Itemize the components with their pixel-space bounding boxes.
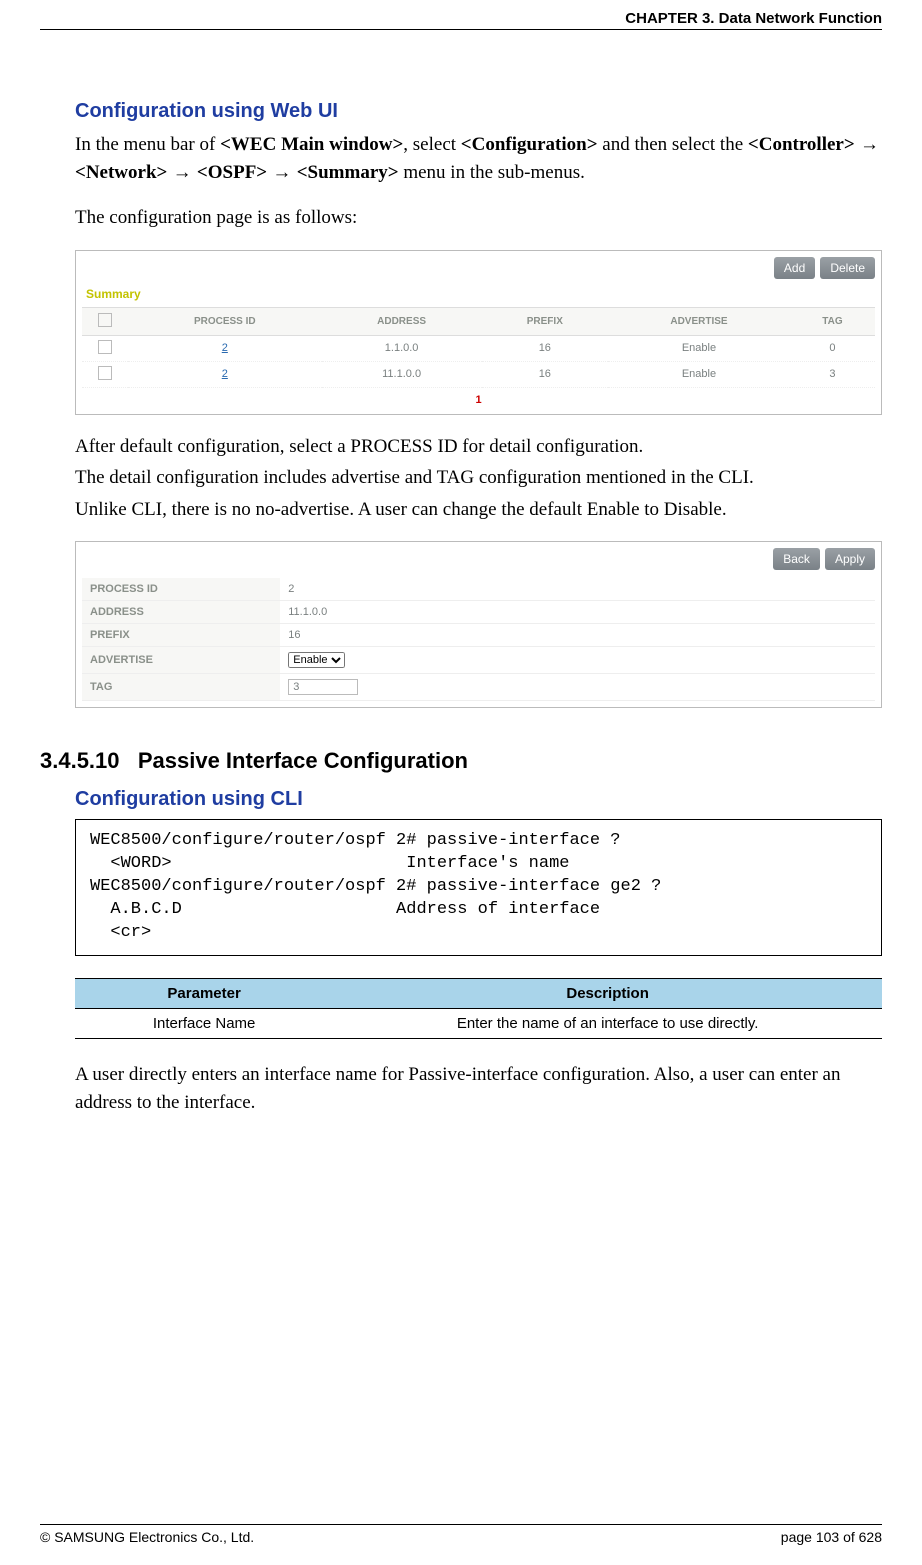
bold-wec-main: <WEC Main window> <box>220 134 403 155</box>
chapter-header: CHAPTER 3. Data Network Function <box>40 10 882 30</box>
value-process-id: 2 <box>280 578 875 601</box>
bold-controller: <Controller> <box>748 134 855 155</box>
sub-heading-cli: Configuration using CLI <box>75 788 882 811</box>
delete-button[interactable]: Delete <box>820 257 875 279</box>
label-advertise: ADVERTISE <box>82 647 280 674</box>
table-row: 2 1.1.0.0 16 Enable 0 <box>82 335 875 361</box>
col-address: ADDRESS <box>322 307 482 335</box>
cell-tag: 3 <box>790 361 875 387</box>
process-id-link[interactable]: 2 <box>128 335 322 361</box>
page-footer: © SAMSUNG Electronics Co., Ltd. page 103… <box>40 1524 882 1545</box>
cell-prefix: 16 <box>482 361 608 387</box>
bold-network: <Network> <box>75 162 167 183</box>
param-header-row: Parameter Description <box>75 978 882 1008</box>
process-id-link[interactable]: 2 <box>128 361 322 387</box>
cell-advertise: Enable <box>608 335 790 361</box>
after-ss-text-1: After default configuration, select a PR… <box>75 433 882 461</box>
cell-tag: 0 <box>790 335 875 361</box>
bold-ospf: <OSPF> <box>197 162 267 183</box>
cell-address: 1.1.0.0 <box>322 335 482 361</box>
cell-param-desc: Enter the name of an interface to use di… <box>333 1008 882 1038</box>
col-prefix: PREFIX <box>482 307 608 335</box>
value-prefix: 16 <box>280 624 875 647</box>
apply-button[interactable]: Apply <box>825 548 875 570</box>
detail-row: PREFIX 16 <box>82 624 875 647</box>
label-prefix: PREFIX <box>82 624 280 647</box>
section-heading-web-ui: Configuration using Web UI <box>75 100 882 123</box>
arrow-icon: → <box>855 134 879 155</box>
header-parameter: Parameter <box>75 978 333 1008</box>
col-process-id: PROCESS ID <box>128 307 322 335</box>
tag-input[interactable]: 3 <box>288 679 358 695</box>
cell-param-name: Interface Name <box>75 1008 333 1038</box>
pager-current[interactable]: 1 <box>82 388 875 408</box>
advertise-select[interactable]: Enable <box>288 652 345 668</box>
arrow-icon: → <box>167 162 197 183</box>
bold-configuration: <Configuration> <box>461 134 598 155</box>
text: menu in the sub-menus. <box>399 162 585 183</box>
tail-paragraph: A user directly enters an interface name… <box>75 1061 882 1116</box>
footer-copyright: © SAMSUNG Electronics Co., Ltd. <box>40 1529 254 1545</box>
text: and then select the <box>598 134 748 155</box>
text: , select <box>403 134 461 155</box>
detail-row: ADDRESS 11.1.0.0 <box>82 601 875 624</box>
after-ss-text-2: The detail configuration includes advert… <box>75 464 882 492</box>
config-page-follows-text: The configuration page is as follows: <box>75 204 882 232</box>
section-heading-passive-interface: 3.4.5.10 Passive Interface Configuration <box>40 748 882 774</box>
checkbox-all[interactable] <box>98 313 112 327</box>
detail-row: ADVERTISE Enable <box>82 647 875 674</box>
row-checkbox[interactable] <box>98 366 112 380</box>
header-description: Description <box>333 978 882 1008</box>
param-row: Interface Name Enter the name of an inte… <box>75 1008 882 1038</box>
back-button[interactable]: Back <box>773 548 820 570</box>
cli-output-box: WEC8500/configure/router/ospf 2# passive… <box>75 819 882 956</box>
table-row: 2 11.1.0.0 16 Enable 3 <box>82 361 875 387</box>
detail-row: TAG 3 <box>82 674 875 701</box>
detail-row: PROCESS ID 2 <box>82 578 875 601</box>
table-header-row: PROCESS ID ADDRESS PREFIX ADVERTISE TAG <box>82 307 875 335</box>
label-process-id: PROCESS ID <box>82 578 280 601</box>
cell-advertise: Enable <box>608 361 790 387</box>
cell-prefix: 16 <box>482 335 608 361</box>
screenshot-title: Summary <box>86 287 875 301</box>
text: In the menu bar of <box>75 134 220 155</box>
intro-paragraph: In the menu bar of <WEC Main window>, se… <box>75 131 882 186</box>
parameter-table: Parameter Description Interface Name Ent… <box>75 978 882 1039</box>
row-checkbox[interactable] <box>98 340 112 354</box>
value-address: 11.1.0.0 <box>280 601 875 624</box>
section-number: 3.4.5.10 <box>40 748 120 773</box>
section-title: Passive Interface Configuration <box>138 748 468 773</box>
after-ss-text-3: Unlike CLI, there is no no-advertise. A … <box>75 496 882 524</box>
detail-table: PROCESS ID 2 ADDRESS 11.1.0.0 PREFIX 16 … <box>82 578 875 701</box>
arrow-icon: → <box>267 162 297 183</box>
label-tag: TAG <box>82 674 280 701</box>
footer-page-number: page 103 of 628 <box>781 1529 882 1545</box>
screenshot-detail-form: Back Apply PROCESS ID 2 ADDRESS 11.1.0.0… <box>75 541 882 708</box>
bold-summary: <Summary> <box>297 162 399 183</box>
col-advertise: ADVERTISE <box>608 307 790 335</box>
add-button[interactable]: Add <box>774 257 815 279</box>
cell-address: 11.1.0.0 <box>322 361 482 387</box>
col-tag: TAG <box>790 307 875 335</box>
summary-table: PROCESS ID ADDRESS PREFIX ADVERTISE TAG … <box>82 307 875 388</box>
screenshot-summary-list: Add Delete Summary PROCESS ID ADDRESS PR… <box>75 250 882 415</box>
label-address: ADDRESS <box>82 601 280 624</box>
